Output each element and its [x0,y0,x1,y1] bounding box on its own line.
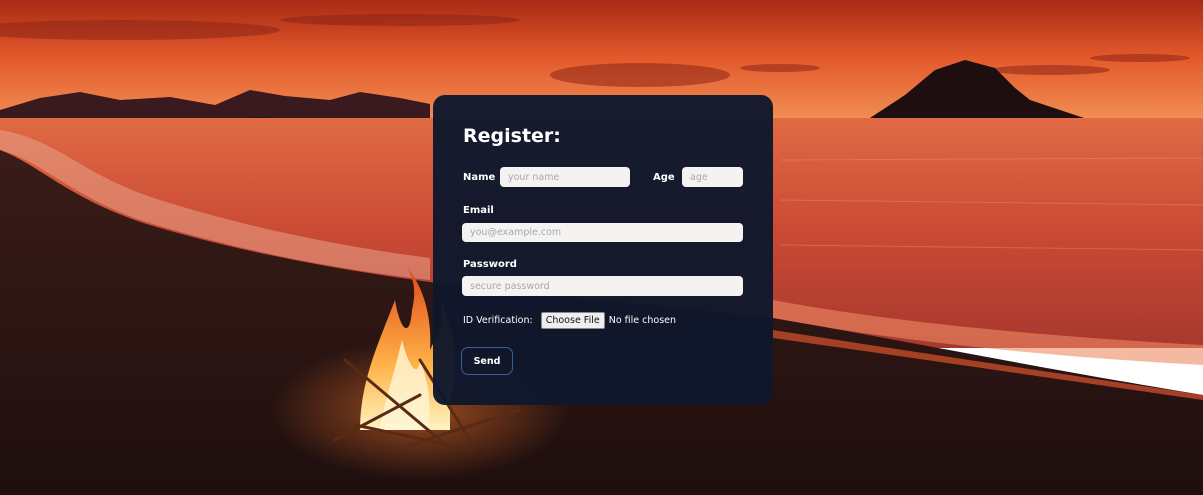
id-verification-row: ID Verification: Choose File No file cho… [463,312,676,329]
age-label: Age [653,172,675,183]
email-input[interactable] [462,223,743,242]
register-page: Register: Name Age Email Password ID Ver… [0,0,1203,495]
register-card: Register: Name Age Email Password ID Ver… [433,95,773,405]
choose-file-button[interactable]: Choose File [540,312,605,329]
id-verification-label: ID Verification: [463,315,533,326]
file-status-text: No file chosen [608,315,677,326]
email-label: Email [463,205,494,216]
form-title: Register: [463,125,561,147]
name-input[interactable] [500,167,630,187]
name-label: Name [463,172,496,183]
password-label: Password [463,259,517,270]
send-button[interactable]: Send [461,347,513,375]
password-input[interactable] [462,276,743,296]
age-input[interactable] [682,167,743,187]
